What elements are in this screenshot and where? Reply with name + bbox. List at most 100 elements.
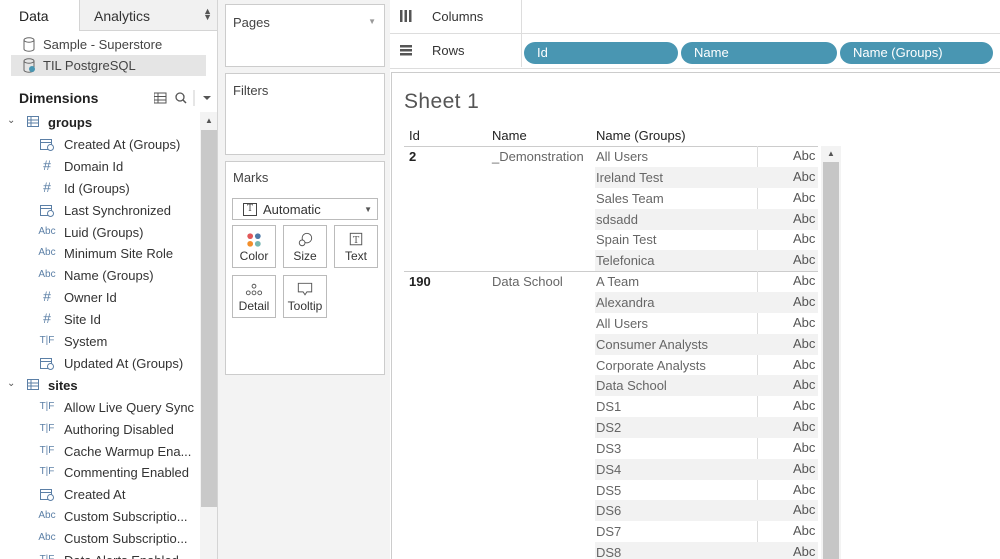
scroll-up-icon[interactable]: ▲: [827, 149, 835, 158]
color-button[interactable]: Color: [232, 225, 276, 268]
tab-data[interactable]: Data: [0, 0, 80, 31]
table-row[interactable]: [595, 458, 818, 480]
cell-abc[interactable]: Abc: [793, 419, 815, 434]
field-item[interactable]: Updated At (Groups): [0, 353, 200, 375]
cell-name-groups[interactable]: DS5: [596, 483, 621, 498]
field-item[interactable]: Created At (Groups): [0, 134, 200, 156]
cell-name-groups[interactable]: Alexandra: [596, 295, 655, 310]
field-item[interactable]: Last Synchronized: [0, 200, 200, 222]
rows-pill-name[interactable]: Name: [681, 42, 837, 64]
table-row[interactable]: [595, 396, 818, 417]
datasource-sample-superstore[interactable]: Sample - Superstore: [11, 34, 206, 55]
field-item[interactable]: # Site Id: [0, 309, 200, 331]
chevron-down-icon[interactable]: ⌄: [7, 378, 15, 389]
field-item[interactable]: Abc Name (Groups): [0, 265, 200, 287]
field-item[interactable]: T|F Allow Live Query Sync: [0, 397, 200, 419]
cell-name-groups[interactable]: Spain Test: [596, 232, 656, 247]
cell-name-groups[interactable]: DS4: [596, 462, 621, 477]
columns-shelf[interactable]: Columns: [390, 0, 1000, 33]
cell-name[interactable]: _Demonstration: [492, 149, 584, 164]
field-item[interactable]: # Id (Groups): [0, 178, 200, 200]
sheet-scrollbar[interactable]: ▲: [821, 146, 841, 559]
table-row[interactable]: [595, 542, 818, 559]
table-row[interactable]: [595, 521, 818, 542]
cell-abc[interactable]: Abc: [793, 252, 815, 267]
cell-id[interactable]: 2: [409, 149, 416, 164]
field-item[interactable]: Created At: [0, 484, 200, 506]
size-button[interactable]: Size: [283, 225, 327, 268]
cell-id[interactable]: 190: [409, 274, 431, 289]
table-row[interactable]: [595, 500, 818, 522]
cell-name-groups[interactable]: Corporate Analysts: [596, 358, 706, 373]
field-item[interactable]: T|F Data Alerts Enabled: [0, 550, 200, 559]
cell-abc[interactable]: Abc: [793, 461, 815, 476]
header-id[interactable]: Id: [409, 128, 420, 143]
chevron-down-icon[interactable]: ▼: [368, 17, 376, 26]
field-item[interactable]: T|F Authoring Disabled: [0, 419, 200, 441]
field-item[interactable]: T|F System: [0, 331, 200, 353]
cell-abc[interactable]: Abc: [793, 440, 815, 455]
table-row[interactable]: [595, 438, 818, 459]
datasource-til-postgresql[interactable]: TIL PostgreSQL: [11, 55, 206, 76]
cell-abc[interactable]: Abc: [793, 273, 815, 288]
tab-arrows-icon[interactable]: ▲ ▼: [203, 7, 212, 22]
cell-abc[interactable]: Abc: [793, 523, 815, 538]
scrollbar-thumb[interactable]: [823, 162, 839, 559]
dimensions-menu-icon[interactable]: [203, 96, 211, 100]
cell-abc[interactable]: Abc: [793, 357, 815, 372]
cell-abc[interactable]: Abc: [793, 482, 815, 497]
cell-name-groups[interactable]: Data School: [596, 378, 667, 393]
tooltip-button[interactable]: Tooltip: [283, 275, 327, 318]
cell-name-groups[interactable]: DS3: [596, 441, 621, 456]
cell-name-groups[interactable]: DS7: [596, 524, 621, 539]
chevron-down-icon[interactable]: ⌄: [7, 115, 15, 126]
cell-name-groups[interactable]: DS8: [596, 545, 621, 559]
pages-card[interactable]: Pages ▼: [225, 4, 385, 67]
rows-pill-name-groups[interactable]: Name (Groups): [840, 42, 993, 64]
scroll-up-icon[interactable]: ▲: [205, 116, 213, 125]
cell-name-groups[interactable]: DS6: [596, 503, 621, 518]
cell-abc[interactable]: Abc: [793, 294, 815, 309]
header-name-groups[interactable]: Name (Groups): [596, 128, 686, 143]
cell-abc[interactable]: Abc: [793, 544, 815, 559]
cell-abc[interactable]: Abc: [793, 315, 815, 330]
cell-name-groups[interactable]: Consumer Analysts: [596, 337, 708, 352]
cell-abc[interactable]: Abc: [793, 231, 815, 246]
cell-abc[interactable]: Abc: [793, 190, 815, 205]
table-groups[interactable]: ⌄ groups: [0, 112, 200, 134]
tab-analytics[interactable]: Analytics ▲ ▼: [80, 0, 217, 30]
cell-name-groups[interactable]: Sales Team: [596, 191, 664, 206]
cell-abc[interactable]: Abc: [793, 377, 815, 392]
cell-abc[interactable]: Abc: [793, 211, 815, 226]
field-item[interactable]: Abc Luid (Groups): [0, 222, 200, 244]
mark-type-dropdown[interactable]: T Automatic ▼: [232, 198, 378, 220]
detail-button[interactable]: Detail: [232, 275, 276, 318]
table-sites[interactable]: ⌄ sites: [0, 375, 200, 397]
field-item[interactable]: # Domain Id: [0, 156, 200, 178]
field-item[interactable]: T|F Cache Warmup Ena...: [0, 441, 200, 463]
cell-name-groups[interactable]: Telefonica: [596, 253, 655, 268]
field-item[interactable]: Abc Custom Subscriptio...: [0, 528, 200, 550]
cell-name-groups[interactable]: DS1: [596, 399, 621, 414]
cell-abc[interactable]: Abc: [793, 336, 815, 351]
field-list-scrollbar[interactable]: ▲: [200, 112, 217, 559]
rows-pill-id[interactable]: Id: [524, 42, 678, 64]
table-row[interactable]: [595, 417, 818, 439]
cell-abc[interactable]: Abc: [793, 169, 815, 184]
cell-abc[interactable]: Abc: [793, 398, 815, 413]
cell-name-groups[interactable]: A Team: [596, 274, 639, 289]
table-row[interactable]: [595, 480, 818, 501]
cell-abc[interactable]: Abc: [793, 502, 815, 517]
header-name[interactable]: Name: [492, 128, 527, 143]
cell-abc[interactable]: Abc: [793, 148, 815, 163]
field-item[interactable]: # Owner Id: [0, 287, 200, 309]
cell-name-groups[interactable]: sdsadd: [596, 212, 638, 227]
cell-name[interactable]: Data School: [492, 274, 563, 289]
scrollbar-thumb[interactable]: [201, 130, 217, 507]
cell-name-groups[interactable]: Ireland Test: [596, 170, 663, 185]
text-button[interactable]: T Text: [334, 225, 378, 268]
field-item[interactable]: Abc Custom Subscriptio...: [0, 506, 200, 528]
field-item[interactable]: Abc Minimum Site Role: [0, 243, 200, 265]
cell-name-groups[interactable]: DS2: [596, 420, 621, 435]
view-list-icon[interactable]: [154, 92, 167, 104]
